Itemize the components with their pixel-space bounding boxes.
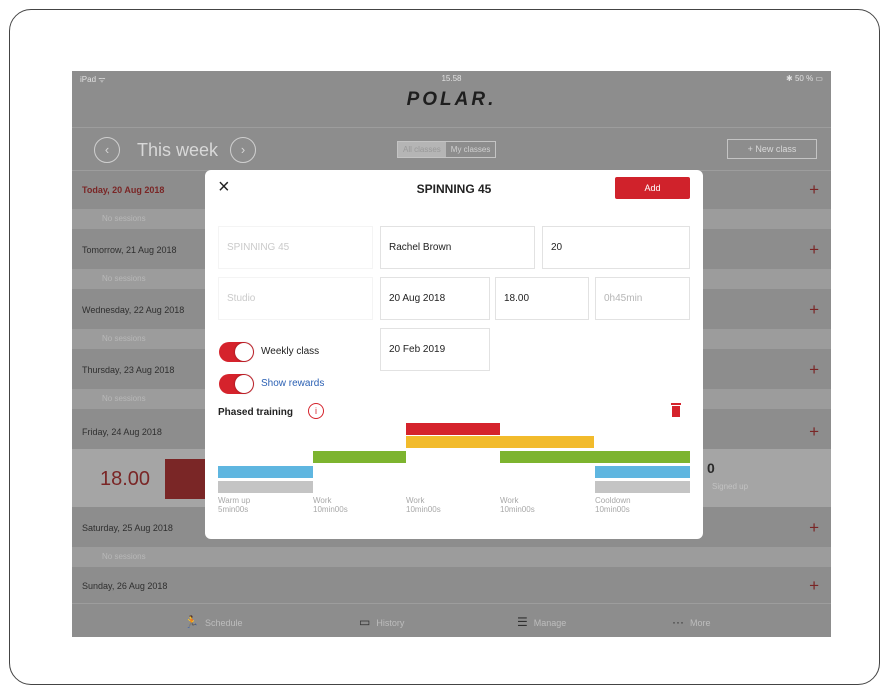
instructor-field[interactable]: Rachel Brown bbox=[380, 226, 535, 269]
day-row: Sunday, 26 Aug 2018 + bbox=[72, 571, 831, 601]
add-session-button[interactable]: + bbox=[809, 300, 819, 320]
class-filter: All classes My classes bbox=[397, 141, 497, 158]
new-class-button[interactable]: + New class bbox=[727, 139, 817, 159]
prev-week-button[interactable]: ‹ bbox=[94, 137, 120, 163]
phase-label: Work 10min00s bbox=[406, 496, 441, 514]
tab-history[interactable]: ▭ History bbox=[359, 615, 404, 629]
all-classes-tab[interactable]: All classes bbox=[398, 142, 446, 157]
new-class-dialog: × SPINNING 45 Add SPINNING 45 Rachel Bro… bbox=[205, 170, 703, 539]
zone-bar-gray[interactable] bbox=[595, 481, 690, 493]
zone-bar-red[interactable] bbox=[406, 423, 500, 435]
zone-bar-gray[interactable] bbox=[218, 481, 313, 493]
day-label: Saturday, 25 Aug 2018 bbox=[82, 523, 173, 533]
add-session-button[interactable]: + bbox=[809, 360, 819, 380]
day-label: Friday, 24 Aug 2018 bbox=[82, 427, 162, 437]
duration-field[interactable]: 0h45min bbox=[595, 277, 690, 320]
week-navigation: ‹ This week › All classes My classes + N… bbox=[72, 127, 831, 171]
bottom-tab-bar: 🏃 Schedule ▭ History ☰ Manage ··· More bbox=[72, 603, 831, 637]
list-icon: ☰ bbox=[517, 615, 528, 629]
add-session-button[interactable]: + bbox=[809, 518, 819, 538]
phase-label: Work 10min00s bbox=[500, 496, 535, 514]
add-button[interactable]: Add bbox=[615, 177, 690, 199]
cycling-icon bbox=[165, 459, 205, 499]
next-week-button[interactable]: › bbox=[230, 137, 256, 163]
start-time-field[interactable]: 18.00 bbox=[495, 277, 589, 320]
info-icon[interactable]: i bbox=[308, 403, 324, 419]
weekly-class-toggle[interactable] bbox=[219, 342, 254, 362]
calendar-icon: ▭ bbox=[359, 615, 371, 629]
date-field[interactable]: 20 Aug 2018 bbox=[380, 277, 490, 320]
status-bar: iPad ᯤ 15.58 ✱ 50 % ▭ bbox=[72, 71, 831, 85]
capacity-field[interactable]: 20 bbox=[542, 226, 690, 269]
zone-bar-green[interactable] bbox=[313, 451, 406, 463]
clock-label: 15.58 bbox=[441, 74, 462, 83]
day-label: Thursday, 23 Aug 2018 bbox=[82, 365, 175, 375]
day-label: Today, 20 Aug 2018 bbox=[82, 185, 165, 195]
add-session-button[interactable]: + bbox=[809, 422, 819, 442]
more-icon: ··· bbox=[672, 615, 684, 629]
week-title: This week bbox=[137, 140, 219, 160]
zone-bar-yellow[interactable] bbox=[406, 436, 594, 448]
no-sessions-row: No sessions bbox=[72, 547, 831, 567]
phase-label: Work 10min00s bbox=[313, 496, 348, 514]
signed-up-label: Signed up bbox=[712, 482, 749, 491]
tab-more[interactable]: ··· More bbox=[672, 615, 711, 629]
zone-bar-blue[interactable] bbox=[218, 466, 313, 478]
device-frame: iPad ᯤ 15.58 ✱ 50 % ▭ POLAR. ‹ This week… bbox=[9, 9, 880, 685]
runner-icon: 🏃 bbox=[184, 615, 199, 629]
phase-label: Cooldown 10min00s bbox=[595, 496, 631, 514]
add-session-button[interactable]: + bbox=[809, 576, 819, 596]
session-time: 18.00 bbox=[100, 468, 151, 490]
my-classes-tab[interactable]: My classes bbox=[446, 142, 496, 157]
day-label: Wednesday, 22 Aug 2018 bbox=[82, 305, 185, 315]
polar-logo: POLAR. bbox=[406, 89, 497, 110]
location-field[interactable]: Studio bbox=[218, 277, 373, 320]
phased-training-label: Phased training bbox=[218, 407, 294, 418]
trash-icon[interactable] bbox=[671, 403, 681, 417]
phase-chart bbox=[218, 423, 690, 495]
tab-schedule[interactable]: 🏃 Schedule bbox=[184, 615, 242, 629]
day-label: Tomorrow, 21 Aug 2018 bbox=[82, 245, 177, 255]
weekly-class-label: Weekly class bbox=[261, 346, 320, 357]
day-label: Sunday, 26 Aug 2018 bbox=[82, 581, 168, 591]
battery-label: ✱ 50 % ▭ bbox=[786, 74, 823, 83]
end-date-field[interactable]: 20 Feb 2019 bbox=[380, 328, 490, 371]
class-name-field[interactable]: SPINNING 45 bbox=[218, 226, 373, 269]
show-rewards-toggle[interactable] bbox=[219, 374, 254, 394]
zone-bar-blue[interactable] bbox=[595, 466, 690, 478]
add-session-button[interactable]: + bbox=[809, 240, 819, 260]
phase-label: Warm up 5min00s bbox=[218, 496, 251, 514]
tab-manage[interactable]: ☰ Manage bbox=[517, 615, 566, 629]
signed-up-count: 0 bbox=[707, 460, 715, 476]
add-session-button[interactable]: + bbox=[809, 180, 819, 200]
zone-bar-green[interactable] bbox=[500, 451, 690, 463]
show-rewards-label[interactable]: Show rewards bbox=[261, 378, 324, 389]
